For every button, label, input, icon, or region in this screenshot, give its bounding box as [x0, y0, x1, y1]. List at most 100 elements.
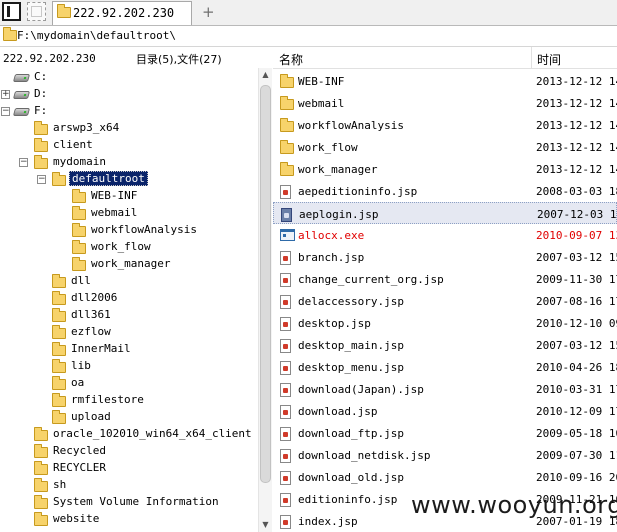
folder-icon: [34, 121, 48, 135]
folder-icon: [280, 140, 294, 154]
file-row[interactable]: desktop_main.jsp 2007-03-12 15: [273, 334, 617, 356]
collapse-icon[interactable]: −: [37, 175, 46, 184]
folder-open-icon: [34, 155, 48, 169]
folder-icon: [52, 359, 66, 373]
file-row[interactable]: branch.jsp 2007-03-12 15: [273, 246, 617, 268]
file-modified-time: 2007-08-16 17: [536, 295, 617, 308]
file-row[interactable]: download_ftp.jsp 2009-05-18 10: [273, 422, 617, 444]
tree-folder[interactable]: work_manager: [0, 256, 258, 273]
tree-folder[interactable]: work_flow: [0, 239, 258, 256]
tree-folder-defaultroot[interactable]: − defaultroot: [0, 171, 258, 188]
tree-scrollbar[interactable]: ▲ ▼: [258, 68, 272, 532]
folder-icon: [52, 376, 66, 390]
folder-icon: [34, 444, 48, 458]
file-row[interactable]: webmail 2013-12-12 14: [273, 92, 617, 114]
file-list[interactable]: WEB-INF 2013-12-12 14 webmail 2013-12-12 14…: [273, 70, 617, 532]
add-tab-icon[interactable]: +: [202, 3, 215, 21]
scroll-down-icon[interactable]: ▼: [259, 518, 272, 532]
tree-drive-f[interactable]: − F:: [0, 103, 258, 120]
tree-folder-mydomain[interactable]: − mydomain: [0, 154, 258, 171]
tree-folder[interactable]: upload: [0, 409, 258, 426]
tree-drive-d[interactable]: + D:: [0, 86, 258, 103]
tree-folder[interactable]: oracle_102010_win64_x64_client: [0, 426, 258, 443]
scrollbar-thumb[interactable]: [260, 85, 271, 483]
tree-folder[interactable]: System Volume Information: [0, 494, 258, 511]
tree-label: D:: [34, 87, 48, 100]
tree-label: work_flow: [91, 240, 151, 253]
tree-drive-c[interactable]: C:: [0, 69, 258, 86]
scroll-up-icon[interactable]: ▲: [259, 68, 272, 82]
file-row[interactable]: change_current_org.jsp 2009-11-30 17: [273, 268, 617, 290]
column-divider[interactable]: [531, 47, 532, 68]
tree-folder[interactable]: arswp3_x64: [0, 120, 258, 137]
tree-folder[interactable]: InnerMail: [0, 341, 258, 358]
tree-folder[interactable]: sh: [0, 477, 258, 494]
folder-icon: [280, 74, 294, 88]
tree-folder[interactable]: WEB-INF: [0, 188, 258, 205]
tree-label: mydomain: [53, 155, 106, 168]
jsp-file-icon: [280, 449, 291, 463]
tree-folder[interactable]: Recycled: [0, 443, 258, 460]
tree-folder[interactable]: dll361: [0, 307, 258, 324]
tree-folder[interactable]: ezflow: [0, 324, 258, 341]
path-input[interactable]: F:\mydomain\defaultroot\: [17, 29, 176, 42]
file-row[interactable]: download_netdisk.jsp 2009-07-30 11: [273, 444, 617, 466]
tree-label: upload: [71, 410, 111, 423]
item-count-label: 目录(5),文件(27): [136, 53, 222, 66]
file-row[interactable]: WEB-INF 2013-12-12 14: [273, 70, 617, 92]
tree-label: website: [53, 512, 100, 525]
tree-label: ezflow: [71, 325, 111, 338]
tree-folder[interactable]: webmail: [0, 205, 258, 222]
tree-folder[interactable]: lib: [0, 358, 258, 375]
tree-folder[interactable]: RECYCLER: [0, 460, 258, 477]
jsp-file-icon: [280, 251, 291, 265]
file-row[interactable]: allocx.exe 2010-09-07 13: [273, 224, 617, 246]
file-modified-time: 2013-12-12 14: [536, 119, 617, 132]
tree-label: dll2006: [71, 291, 118, 304]
tab-server[interactable]: 222.92.202.230: [52, 1, 192, 25]
collapse-icon[interactable]: −: [19, 158, 28, 167]
tree-label: sh: [53, 478, 67, 491]
file-name: WEB-INF: [298, 75, 345, 88]
tree-folder[interactable]: dll: [0, 273, 258, 290]
folder-icon: [34, 478, 48, 492]
file-row[interactable]: work_flow 2013-12-12 14: [273, 136, 617, 158]
panel-toggle-icon[interactable]: [2, 2, 21, 21]
file-name: aepeditioninfo.jsp: [298, 185, 418, 198]
file-modified-time: 2010-03-31 17: [536, 383, 617, 396]
tree-folder[interactable]: dll2006: [0, 290, 258, 307]
directory-tree[interactable]: C: + D: − F: arswp3_x64 client − mydomai…: [0, 68, 258, 532]
expand-icon[interactable]: +: [1, 90, 10, 99]
folder-icon: [34, 495, 48, 509]
file-row[interactable]: workflowAnalysis 2013-12-12 14: [273, 114, 617, 136]
folder-icon: [34, 427, 48, 441]
folder-icon: [52, 274, 66, 288]
file-row[interactable]: download_old.jsp 2010-09-16 20: [273, 466, 617, 488]
file-modified-time: 2009-11-30 17: [536, 273, 617, 286]
file-row[interactable]: aeplogin.jsp 2007-12-03 19: [273, 202, 617, 224]
file-row[interactable]: download(Japan).jsp 2010-03-31 17: [273, 378, 617, 400]
file-row[interactable]: aepeditioninfo.jsp 2008-03-03 18: [273, 180, 617, 202]
grid-view-icon[interactable]: [27, 2, 46, 21]
collapse-icon[interactable]: −: [1, 107, 10, 116]
file-row[interactable]: desktop.jsp 2010-12-10 09: [273, 312, 617, 334]
tree-folder[interactable]: workflowAnalysis: [0, 222, 258, 239]
file-name: desktop_menu.jsp: [298, 361, 404, 374]
file-modified-time: 2007-03-12 15: [536, 251, 617, 264]
column-header-name[interactable]: 名称: [279, 51, 303, 68]
folder-icon: [72, 257, 86, 271]
tree-folder[interactable]: oa: [0, 375, 258, 392]
jsp-file-icon: [281, 208, 292, 222]
tree-folder[interactable]: client: [0, 137, 258, 154]
file-row[interactable]: download.jsp 2010-12-09 17: [273, 400, 617, 422]
column-header-time[interactable]: 时间: [537, 51, 561, 68]
tree-folder[interactable]: website: [0, 511, 258, 528]
tree-folder[interactable]: rmfilestore: [0, 392, 258, 409]
file-name: allocx.exe: [298, 229, 365, 242]
drive-icon: [12, 108, 31, 116]
file-row[interactable]: delaccessory.jsp 2007-08-16 17: [273, 290, 617, 312]
file-row[interactable]: work_manager 2013-12-12 14: [273, 158, 617, 180]
watermark-text: www.wooyun.org: [411, 491, 617, 519]
file-row[interactable]: desktop_menu.jsp 2010-04-26 18: [273, 356, 617, 378]
path-bar[interactable]: F:\mydomain\defaultroot\: [0, 26, 617, 47]
